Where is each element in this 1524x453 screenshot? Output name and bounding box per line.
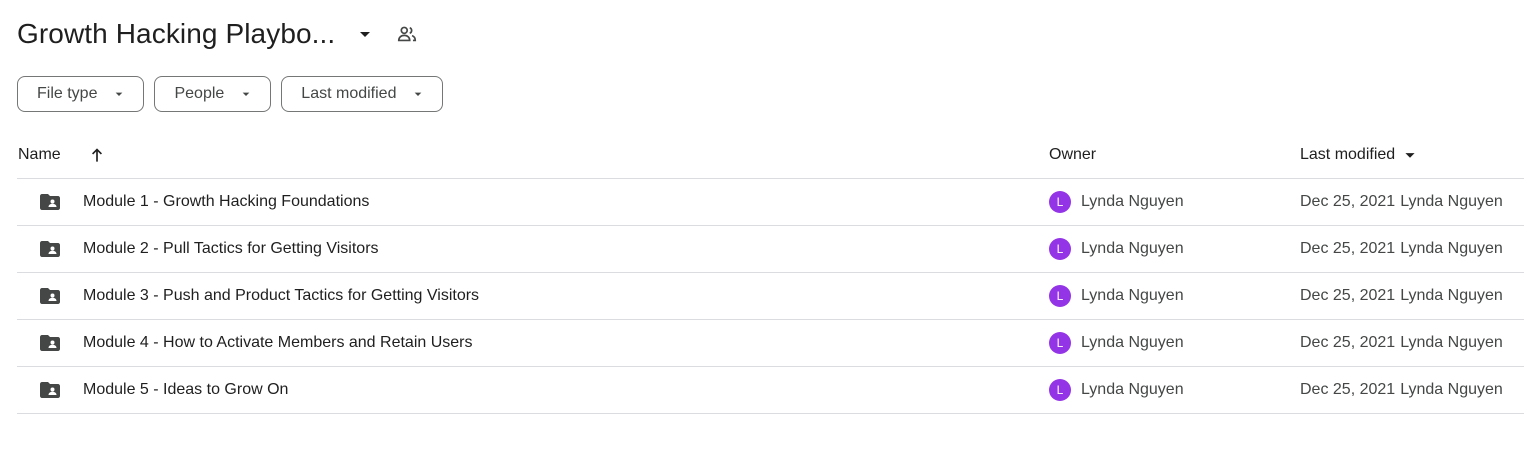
- filter-last-modified[interactable]: Last modified: [281, 76, 444, 112]
- column-header-owner: Owner: [1049, 132, 1096, 178]
- drive-folder-view: Growth Hacking Playbo... File type Peopl…: [0, 0, 1524, 453]
- modified-by: Lynda Nguyen: [1400, 381, 1503, 398]
- owner-cell: L Lynda Nguyen: [1049, 320, 1184, 366]
- owner-cell: L Lynda Nguyen: [1049, 226, 1184, 272]
- folder-title[interactable]: Growth Hacking Playbo...: [17, 14, 335, 54]
- filter-label: Last modified: [301, 85, 397, 102]
- column-header-last-modified[interactable]: Last modified: [1300, 132, 1421, 178]
- modified-by: Lynda Nguyen: [1400, 193, 1503, 210]
- filter-label: People: [174, 85, 225, 102]
- column-label: Last modified: [1300, 146, 1396, 163]
- avatar: L: [1049, 191, 1071, 213]
- column-header-name[interactable]: Name: [18, 132, 61, 178]
- shared-folder-icon: [38, 273, 62, 319]
- table-header: Name Owner Last modified: [17, 132, 1524, 179]
- file-name[interactable]: Module 3 - Push and Product Tactics for …: [83, 273, 479, 319]
- last-modified-cell: Dec 25, 2021 Lynda Nguyen: [1300, 226, 1503, 272]
- file-name[interactable]: Module 5 - Ideas to Grow On: [83, 367, 288, 413]
- file-name[interactable]: Module 1 - Growth Hacking Foundations: [83, 179, 369, 225]
- file-name[interactable]: Module 2 - Pull Tactics for Getting Visi…: [83, 226, 379, 272]
- owner-name: Lynda Nguyen: [1081, 334, 1184, 351]
- avatar: L: [1049, 332, 1071, 354]
- owner-name: Lynda Nguyen: [1081, 240, 1184, 257]
- filter-file-type[interactable]: File type: [17, 76, 145, 112]
- arrow-drop-down-icon: [410, 86, 426, 102]
- owner-name: Lynda Nguyen: [1081, 287, 1184, 304]
- owner-cell: L Lynda Nguyen: [1049, 273, 1184, 319]
- modified-date: Dec 25, 2021: [1300, 381, 1396, 398]
- shared-folder-icon: [38, 179, 62, 225]
- shared-folder-icon: [38, 367, 62, 413]
- last-modified-cell: Dec 25, 2021 Lynda Nguyen: [1300, 273, 1503, 319]
- arrow-drop-down-icon: [238, 86, 254, 102]
- people-icon: [395, 22, 419, 46]
- owner-cell: L Lynda Nguyen: [1049, 179, 1184, 225]
- modified-date: Dec 25, 2021: [1300, 193, 1396, 210]
- table-row[interactable]: Module 3 - Push and Product Tactics for …: [17, 273, 1524, 320]
- owner-name: Lynda Nguyen: [1081, 193, 1184, 210]
- column-label: Owner: [1049, 146, 1097, 163]
- last-modified-cell: Dec 25, 2021 Lynda Nguyen: [1300, 367, 1503, 413]
- last-modified-cell: Dec 25, 2021 Lynda Nguyen: [1300, 179, 1503, 225]
- filter-people[interactable]: People: [154, 76, 272, 112]
- modified-by: Lynda Nguyen: [1400, 287, 1503, 304]
- table-row[interactable]: Module 4 - How to Activate Members and R…: [17, 320, 1524, 367]
- shared-folder-icon: [38, 226, 62, 272]
- arrow-drop-down-icon: [111, 86, 127, 102]
- shared-folder-icon: [38, 320, 62, 366]
- modified-by: Lynda Nguyen: [1400, 240, 1503, 257]
- modified-date: Dec 25, 2021: [1300, 334, 1396, 351]
- arrow-drop-down-icon[interactable]: [353, 22, 377, 46]
- modified-date: Dec 25, 2021: [1300, 287, 1396, 304]
- filter-label: File type: [37, 85, 98, 102]
- arrow-upward-icon[interactable]: [87, 132, 107, 178]
- table-body: Module 1 - Growth Hacking Foundations L …: [17, 179, 1524, 414]
- file-name[interactable]: Module 4 - How to Activate Members and R…: [83, 320, 473, 366]
- owner-cell: L Lynda Nguyen: [1049, 367, 1184, 413]
- owner-name: Lynda Nguyen: [1081, 381, 1184, 398]
- column-label: Name: [18, 146, 61, 163]
- table-row[interactable]: Module 5 - Ideas to Grow On L Lynda Nguy…: [17, 367, 1524, 414]
- arrow-drop-down-icon: [1399, 144, 1421, 166]
- table-row[interactable]: Module 2 - Pull Tactics for Getting Visi…: [17, 226, 1524, 273]
- modified-by: Lynda Nguyen: [1400, 334, 1503, 351]
- modified-date: Dec 25, 2021: [1300, 240, 1396, 257]
- avatar: L: [1049, 379, 1071, 401]
- avatar: L: [1049, 238, 1071, 260]
- folder-header: Growth Hacking Playbo...: [17, 14, 419, 54]
- avatar: L: [1049, 285, 1071, 307]
- last-modified-cell: Dec 25, 2021 Lynda Nguyen: [1300, 320, 1503, 366]
- file-list: Name Owner Last modified Module 1 - Grow…: [17, 132, 1524, 414]
- table-row[interactable]: Module 1 - Growth Hacking Foundations L …: [17, 179, 1524, 226]
- filter-bar: File type People Last modified: [17, 76, 444, 112]
